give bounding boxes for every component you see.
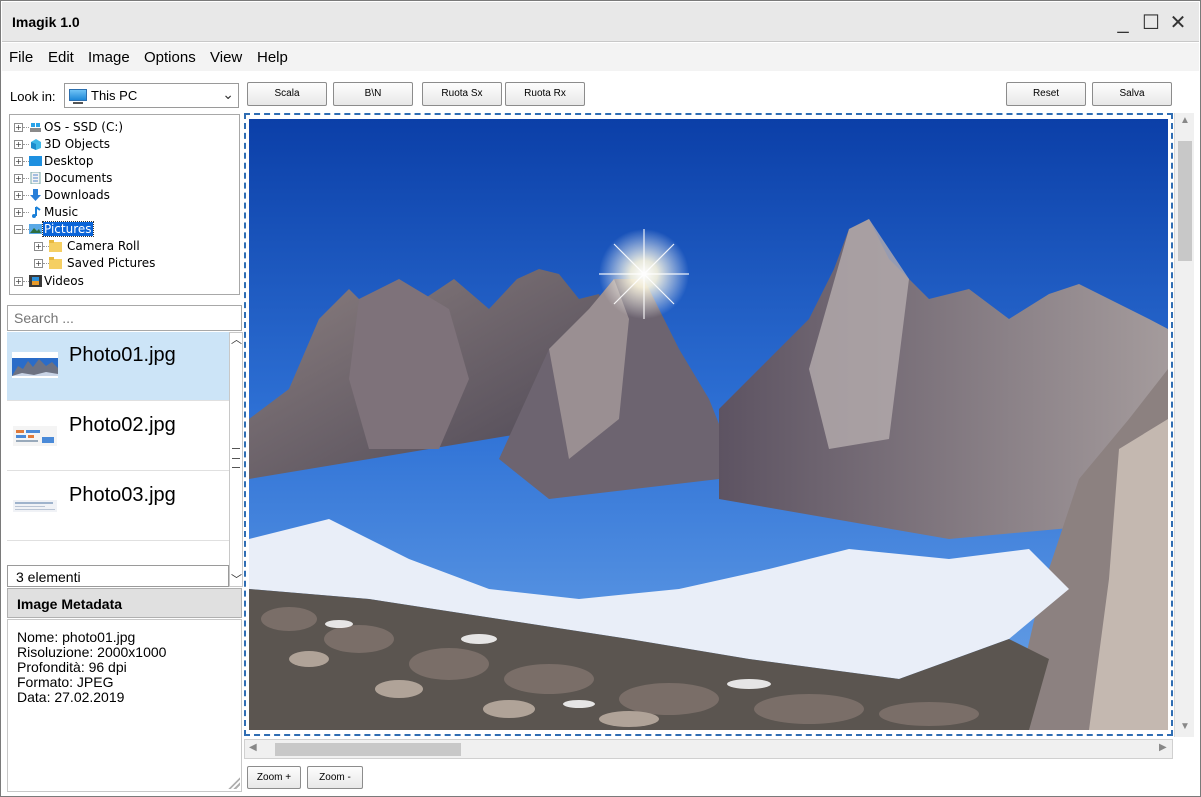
expand-icon[interactable]: + xyxy=(14,157,23,166)
drive-icon xyxy=(30,123,41,132)
expand-icon[interactable]: + xyxy=(14,191,23,200)
file-list: Photo01.jpg Photo02.jpg Photo03.jpg xyxy=(7,332,229,565)
menu-image[interactable]: Image xyxy=(88,49,130,66)
lookin-dropdown[interactable]: This PC ⌄ xyxy=(64,83,239,108)
tree-label: Desktop xyxy=(44,154,94,168)
tree-label: Saved Pictures xyxy=(67,256,156,270)
lookin-label: Look in: xyxy=(10,89,56,104)
app-window: Imagik 1.0 _ ☐ ✕ File Edit Image Options… xyxy=(0,0,1201,797)
download-icon xyxy=(30,189,41,201)
scroll-up-icon[interactable]: ▲ xyxy=(1180,115,1190,126)
tree-label: Documents xyxy=(44,171,113,185)
tree-label: OS - SSD (C:) xyxy=(44,120,124,134)
file-name: Photo02.jpg xyxy=(69,414,176,436)
menu-bar: File Edit Image Options View Help xyxy=(2,43,1199,71)
bn-button[interactable]: B\N xyxy=(333,82,413,106)
scroll-grip[interactable] xyxy=(232,448,240,468)
menu-help[interactable]: Help xyxy=(257,49,288,66)
zoom-in-button[interactable]: Zoom + xyxy=(247,766,301,789)
metadata-depth: Profondità: 96 dpi xyxy=(17,659,127,675)
expand-icon[interactable]: + xyxy=(34,259,43,268)
image-viewer[interactable] xyxy=(244,113,1173,736)
folder-tree: + OS - SSD (C:) + 3D Objects + Desktop +… xyxy=(9,114,240,295)
scroll-thumb[interactable] xyxy=(275,743,461,756)
viewer-vertical-scrollbar[interactable]: ▲ ▼ xyxy=(1174,113,1194,737)
mountain-photo xyxy=(249,119,1168,730)
music-icon xyxy=(32,206,41,218)
list-item-photo03[interactable]: Photo03.jpg xyxy=(7,472,229,541)
metadata-resolution: Risoluzione: 2000x1000 xyxy=(17,644,167,660)
folder-icon xyxy=(49,257,62,269)
file-count: 3 elementi xyxy=(7,565,229,587)
metadata-panel: Nome: photo01.jpg Risoluzione: 2000x1000… xyxy=(7,619,242,792)
pictures-icon xyxy=(29,224,42,234)
file-name: Photo01.jpg xyxy=(69,344,176,366)
reset-button[interactable]: Reset xyxy=(1006,82,1086,106)
photo-thumbnail xyxy=(13,500,57,512)
salva-button[interactable]: Salva xyxy=(1092,82,1172,106)
resize-grip[interactable] xyxy=(227,776,240,789)
expand-icon[interactable]: + xyxy=(14,174,23,183)
file-name: Photo03.jpg xyxy=(69,484,176,506)
tree-label: Downloads xyxy=(44,188,110,202)
window-title: Imagik 1.0 xyxy=(12,14,80,30)
computer-icon xyxy=(69,89,87,104)
scroll-up-icon[interactable]: ︿ xyxy=(231,331,242,347)
minimize-icon[interactable]: _ xyxy=(1110,10,1136,36)
scala-button[interactable]: Scala xyxy=(247,82,327,106)
expand-icon[interactable]: + xyxy=(14,123,23,132)
scroll-thumb[interactable] xyxy=(1178,141,1192,261)
metadata-format: Formato: JPEG xyxy=(17,674,114,690)
zoom-out-button[interactable]: Zoom - xyxy=(307,766,363,789)
ruota-sx-button[interactable]: Ruota Sx xyxy=(422,82,502,106)
scroll-down-icon[interactable]: ▼ xyxy=(1180,721,1190,732)
video-icon xyxy=(29,275,42,287)
title-bar[interactable]: Imagik 1.0 _ ☐ ✕ xyxy=(2,2,1199,42)
file-list-scrollbar[interactable]: ︿ ﹀ xyxy=(229,332,243,587)
metadata-name: Nome: photo01.jpg xyxy=(17,629,136,645)
scroll-left-icon[interactable]: ◀ xyxy=(249,742,257,753)
viewer-horizontal-scrollbar[interactable]: ◀ ▶ xyxy=(244,739,1173,759)
scroll-down-icon[interactable]: ﹀ xyxy=(231,571,242,587)
close-icon[interactable]: ✕ xyxy=(1165,10,1191,36)
chevron-down-icon[interactable]: ⌄ xyxy=(222,86,234,103)
expand-icon[interactable]: + xyxy=(34,242,43,251)
tree-label: Camera Roll xyxy=(67,239,140,253)
tree-label: Videos xyxy=(44,274,84,288)
expand-icon[interactable]: + xyxy=(14,277,23,286)
menu-file[interactable]: File xyxy=(9,49,33,66)
menu-view[interactable]: View xyxy=(210,49,242,66)
menu-options[interactable]: Options xyxy=(144,49,196,66)
list-item-photo02[interactable]: Photo02.jpg xyxy=(7,402,229,471)
lookin-value: This PC xyxy=(91,88,138,103)
metadata-header: Image Metadata xyxy=(7,588,242,618)
expand-icon[interactable]: + xyxy=(14,140,23,149)
expand-icon[interactable]: + xyxy=(14,208,23,217)
folder-icon xyxy=(49,240,62,252)
metadata-date: Data: 27.02.2019 xyxy=(17,689,125,705)
tree-label: Pictures xyxy=(42,221,94,237)
menu-edit[interactable]: Edit xyxy=(48,49,74,66)
ruota-rx-button[interactable]: Ruota Rx xyxy=(505,82,585,106)
tree-label: Music xyxy=(44,205,79,219)
photo-thumbnail xyxy=(13,426,57,446)
desktop-icon xyxy=(29,156,42,166)
cube-icon xyxy=(31,139,41,150)
document-icon xyxy=(30,172,41,184)
search-input[interactable] xyxy=(7,305,242,331)
scroll-right-icon[interactable]: ▶ xyxy=(1159,742,1167,753)
maximize-icon[interactable]: ☐ xyxy=(1138,10,1164,36)
photo-thumbnail xyxy=(12,352,58,378)
tree-label: 3D Objects xyxy=(44,137,111,151)
list-item-photo01[interactable]: Photo01.jpg xyxy=(7,332,229,401)
collapse-icon[interactable]: − xyxy=(14,225,23,234)
